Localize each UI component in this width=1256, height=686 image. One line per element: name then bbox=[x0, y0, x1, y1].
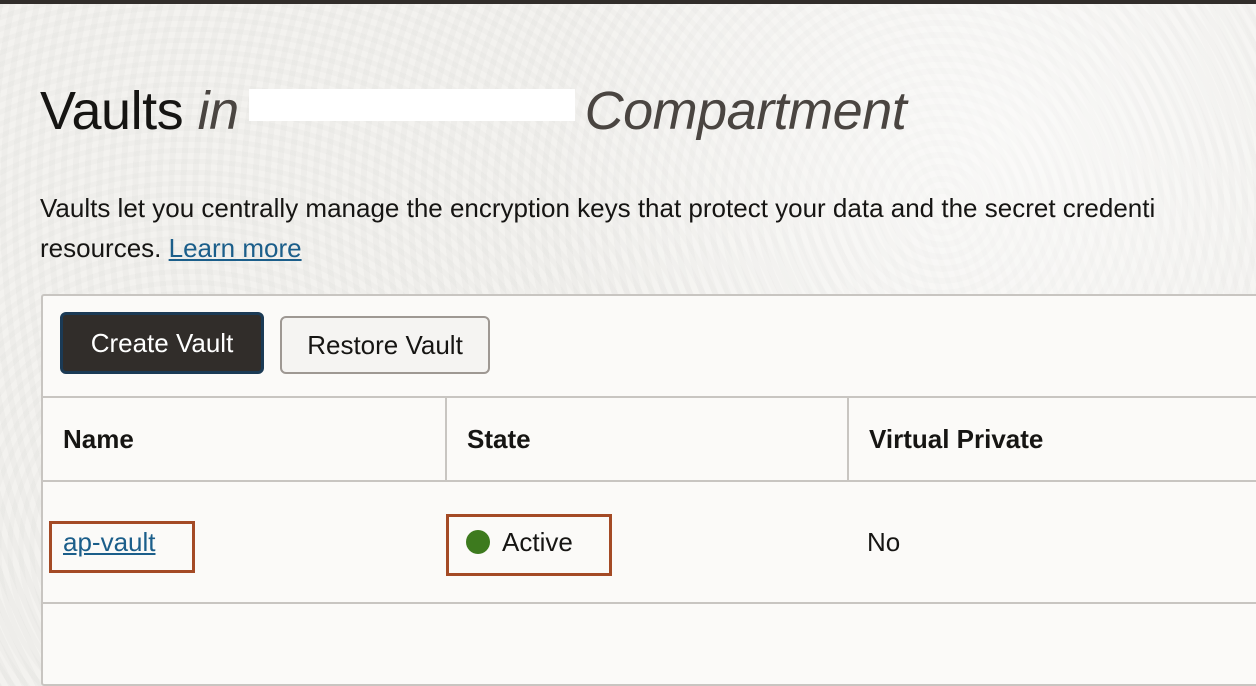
column-header-name[interactable]: Name bbox=[43, 398, 445, 480]
description-text-2: resources. bbox=[40, 233, 162, 263]
virtual-private-cell: No bbox=[867, 527, 901, 557]
state-label: Active bbox=[502, 527, 573, 557]
vault-name-link[interactable]: ap-vault bbox=[63, 527, 156, 557]
page-title-main: Vaults bbox=[40, 81, 184, 141]
restore-vault-button[interactable]: Restore Vault bbox=[280, 316, 490, 374]
table-row: ap-vault Active No bbox=[43, 482, 1256, 604]
state-cell: Active bbox=[466, 482, 573, 602]
vaults-panel: Create Vault Restore Vault Name State Vi… bbox=[41, 294, 1256, 686]
page-description: Vaults let you centrally manage the encr… bbox=[40, 188, 1256, 268]
top-header-bar bbox=[0, 0, 1256, 4]
description-text: Vaults let you centrally manage the encr… bbox=[40, 193, 1156, 223]
column-header-virtual-private[interactable]: Virtual Private bbox=[847, 398, 1256, 480]
page-title: Vaults in Compartment bbox=[40, 80, 907, 142]
table-header: Name State Virtual Private bbox=[43, 396, 1256, 482]
page-title-suffix: Compartment bbox=[584, 81, 907, 141]
redacted-compartment-name bbox=[248, 89, 575, 121]
status-dot-icon bbox=[466, 530, 490, 554]
name-cell: ap-vault bbox=[63, 482, 156, 602]
description-line-2: resources. Learn more bbox=[40, 228, 1256, 268]
learn-more-link[interactable]: Learn more bbox=[169, 233, 302, 263]
column-header-state[interactable]: State bbox=[445, 398, 847, 480]
create-vault-button[interactable]: Create Vault bbox=[60, 312, 264, 374]
vaults-table: Name State Virtual Private ap-vault Acti… bbox=[43, 396, 1256, 604]
page-title-in: in bbox=[197, 81, 240, 141]
